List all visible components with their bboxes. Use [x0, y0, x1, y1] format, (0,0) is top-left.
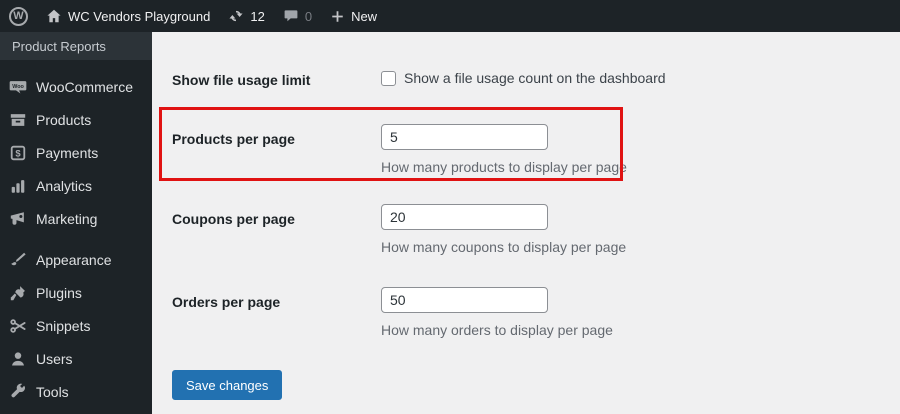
submenu-label: Product Reports — [12, 38, 106, 54]
new-content-menu[interactable]: New — [321, 0, 386, 32]
sidebar-item-products[interactable]: Products — [0, 103, 152, 136]
setting-help-text: How many coupons to display per page — [381, 239, 627, 255]
sidebar-item-tools[interactable]: Tools — [0, 375, 152, 408]
admin-bar: W WC Vendors Playground 12 0 New — [0, 0, 900, 32]
svg-text:Woo: Woo — [12, 84, 24, 90]
setting-label: Orders per page — [172, 294, 281, 310]
analytics-bar-chart-icon — [8, 176, 28, 196]
setting-help-text: How many orders to display per page — [381, 322, 613, 338]
settings-panel: Show file usage limit Show a file usage … — [152, 32, 900, 414]
update-icon — [228, 8, 244, 24]
sidebar-item-payments[interactable]: $ Payments — [0, 136, 152, 169]
orders-per-page-input[interactable] — [381, 287, 548, 313]
menu-label: Plugins — [36, 284, 82, 301]
updates-count: 12 — [250, 8, 265, 24]
woocommerce-icon: Woo — [8, 77, 28, 97]
products-box-icon — [8, 110, 28, 130]
menu-label: Marketing — [36, 210, 98, 227]
checkbox-label: Show a file usage count on the dashboard — [404, 70, 666, 86]
sidebar-item-analytics[interactable]: Analytics — [0, 169, 152, 202]
site-name-label: WC Vendors Playground — [68, 8, 211, 24]
site-name-menu[interactable]: WC Vendors Playground — [37, 0, 219, 32]
sidebar-item-marketing[interactable]: Marketing — [0, 202, 152, 235]
setting-label: Show file usage limit — [172, 72, 311, 88]
admin-menu: Woo WooCommerce Products $ Payments Anal… — [0, 60, 152, 408]
updates-indicator[interactable]: 12 — [219, 0, 273, 32]
menu-label: WooCommerce — [36, 78, 133, 95]
menu-label: Products — [36, 111, 92, 128]
menu-label: Analytics — [36, 177, 93, 194]
menu-label: Tools — [36, 383, 69, 400]
setting-label: Products per page — [172, 131, 295, 147]
setting-help-text: How many products to display per page — [381, 159, 627, 175]
products-per-page-input[interactable] — [381, 124, 548, 150]
sidebar-item-plugins[interactable]: Plugins — [0, 276, 152, 309]
payments-icon: $ — [8, 143, 28, 163]
plugins-plug-icon — [8, 283, 28, 303]
wordpress-logo-icon: W — [9, 6, 28, 26]
menu-label: Snippets — [36, 317, 91, 334]
marketing-megaphone-icon — [8, 209, 28, 229]
sidebar-item-appearance[interactable]: Appearance — [0, 243, 152, 276]
menu-label: Appearance — [36, 251, 112, 268]
menu-label: Payments — [36, 144, 99, 161]
menu-separator — [0, 235, 152, 243]
menu-label: Users — [36, 350, 73, 367]
sidebar-item-users[interactable]: Users — [0, 342, 152, 375]
sidebar-item-snippets[interactable]: Snippets — [0, 309, 152, 342]
comments-indicator[interactable]: 0 — [274, 0, 321, 32]
plus-icon — [330, 9, 345, 24]
tools-wrench-icon — [8, 382, 28, 402]
new-label: New — [351, 8, 378, 24]
home-icon — [46, 8, 62, 24]
wordpress-admin-screen: W WC Vendors Playground 12 0 New Product… — [0, 0, 900, 414]
appearance-brush-icon — [8, 250, 28, 270]
admin-sidebar: Product Reports Woo WooCommerce Products… — [0, 32, 152, 414]
svg-text:$: $ — [15, 148, 21, 159]
comment-icon — [283, 8, 299, 24]
file-usage-checkbox[interactable] — [381, 70, 396, 86]
wordpress-menu[interactable]: W — [0, 0, 37, 32]
sidebar-submenu-product-reports[interactable]: Product Reports — [0, 32, 152, 60]
users-person-icon — [8, 349, 28, 369]
snippets-scissors-icon — [8, 316, 28, 336]
comments-count: 0 — [304, 8, 313, 24]
save-changes-button[interactable]: Save changes — [172, 370, 283, 400]
coupons-per-page-input[interactable] — [381, 204, 548, 230]
sidebar-item-woocommerce[interactable]: Woo WooCommerce — [0, 70, 152, 103]
setting-label: Coupons per page — [172, 211, 295, 227]
